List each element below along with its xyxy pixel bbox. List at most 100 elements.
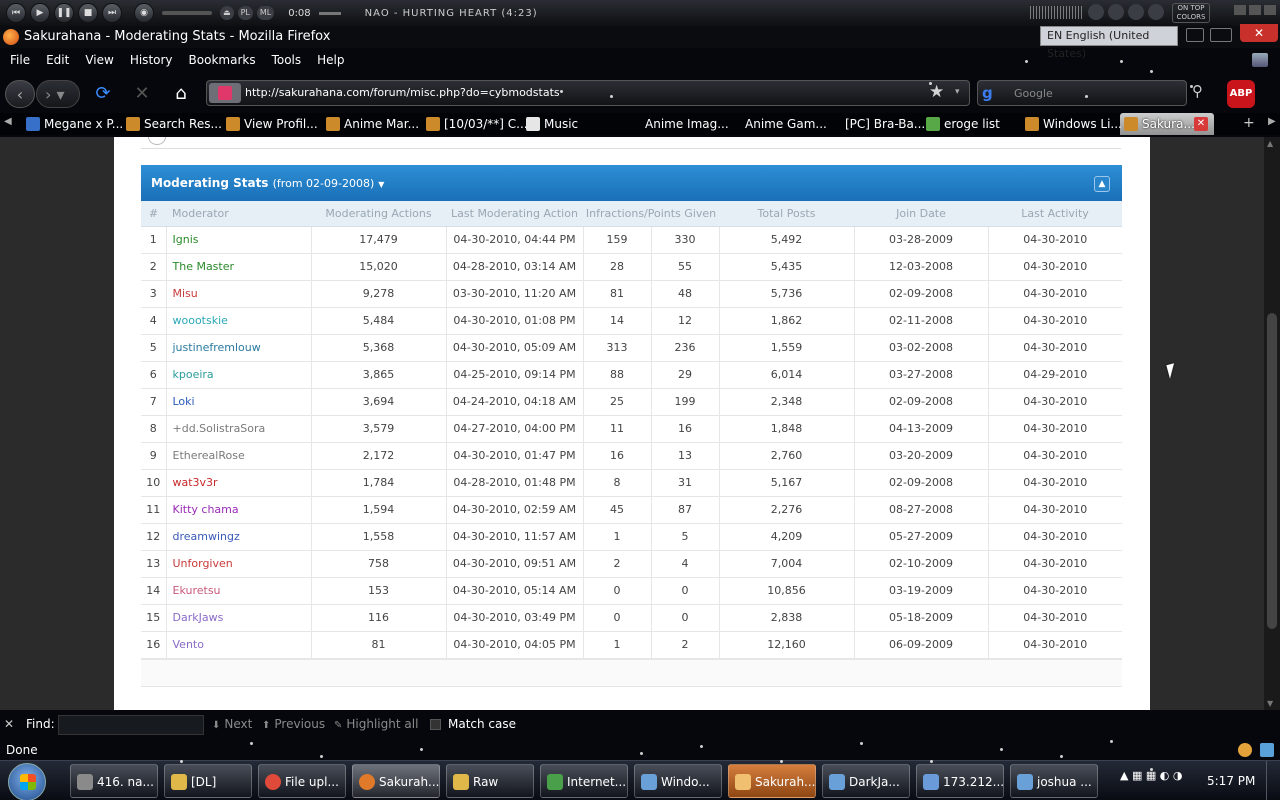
date-dropdown-icon[interactable]: ▼ xyxy=(378,180,384,189)
moderator-name-link[interactable]: Misu xyxy=(166,280,312,308)
menu-view[interactable]: View xyxy=(77,50,121,70)
taskbar-item[interactable]: 416. na... xyxy=(70,764,158,798)
match-case-label[interactable]: Match case xyxy=(448,717,516,731)
moderator-name-link[interactable]: +dd.SolistraSora xyxy=(166,415,312,443)
bookmark-item[interactable]: Anime Gam... xyxy=(745,115,827,133)
taskbar-item[interactable]: joshua ... xyxy=(1010,764,1098,798)
close-window-icon[interactable]: ✕ xyxy=(1240,24,1278,42)
menu-history[interactable]: History xyxy=(122,50,181,70)
scrollbar-thumb[interactable] xyxy=(1267,313,1277,629)
col-rank[interactable]: # xyxy=(141,201,166,227)
adblock-plus-icon[interactable]: ABP xyxy=(1227,80,1255,108)
find-previous-button[interactable]: ⬆ Previous xyxy=(262,717,325,731)
player-close-icon[interactable] xyxy=(1264,5,1276,15)
moderator-name-link[interactable]: justinefremlouw xyxy=(166,334,312,362)
bookmark-star-icon[interactable]: ★ xyxy=(929,82,944,102)
show-desktop-button[interactable] xyxy=(1266,761,1280,800)
menu-file[interactable]: File xyxy=(2,50,38,70)
pause-icon[interactable]: ❚❚ xyxy=(54,3,74,23)
find-input[interactable] xyxy=(58,715,204,735)
panel-title[interactable]: Moderating Stats (from 02-09-2008) ▼ xyxy=(151,176,384,190)
player-extra-icon-2[interactable] xyxy=(1108,4,1124,20)
menu-bookmarks[interactable]: Bookmarks xyxy=(181,50,264,70)
url-dropdown-icon[interactable]: ▾ xyxy=(955,87,960,97)
media-library-button[interactable]: ML xyxy=(256,6,275,20)
player-minimize-icon[interactable] xyxy=(1234,5,1246,15)
player-extra-icon-4[interactable] xyxy=(1148,4,1164,20)
player-extra-icon-1[interactable] xyxy=(1088,4,1104,20)
col-moderator[interactable]: Moderator xyxy=(166,201,311,227)
minimize-icon[interactable] xyxy=(1186,28,1204,42)
scroll-left-icon[interactable]: ◀ xyxy=(4,116,12,127)
bookmark-item[interactable]: Windows Li... xyxy=(1025,115,1122,133)
moderator-name-link[interactable]: Loki xyxy=(166,388,312,416)
clock[interactable]: 5:17 PM xyxy=(1207,774,1255,788)
moderator-name-link[interactable]: wat3v3r xyxy=(166,469,312,497)
volume-slider[interactable] xyxy=(162,11,212,15)
moderator-name-link[interactable]: Unforgiven xyxy=(166,550,312,578)
close-find-icon[interactable]: ✕ xyxy=(4,717,14,731)
firefox-icon[interactable] xyxy=(3,29,19,45)
taskbar-item[interactable]: 173.212.... xyxy=(916,764,1004,798)
collapse-icon[interactable]: ▲ xyxy=(1094,176,1110,192)
moderator-name-link[interactable]: kpoeira xyxy=(166,361,312,389)
stop-icon[interactable]: ■ xyxy=(78,3,98,23)
taskbar-item[interactable]: DarkJa... xyxy=(822,764,910,798)
taskbar-item[interactable]: Internet... xyxy=(540,764,628,798)
find-next-button[interactable]: ⬇ Next xyxy=(212,717,252,731)
seek-bar[interactable] xyxy=(318,11,341,15)
bookmark-item[interactable]: [10/03/**] C... xyxy=(426,115,528,133)
highlight-all-button[interactable]: ✎ Highlight all xyxy=(334,717,418,731)
moderator-name-link[interactable]: The Master xyxy=(166,253,312,281)
taskbar-item[interactable]: Sakurah... xyxy=(352,764,440,798)
col-infractions[interactable]: Infractions/Points Given xyxy=(583,201,719,227)
google-icon[interactable]: g xyxy=(982,84,993,102)
bookmark-item[interactable]: Anime Imag... xyxy=(645,115,729,133)
scroll-right-icon[interactable]: ▶ xyxy=(1268,116,1276,127)
maximize-icon[interactable] xyxy=(1210,28,1232,42)
bookmark-item[interactable]: [PC] Bra-Ba... xyxy=(845,115,925,133)
network-status-icon[interactable] xyxy=(1260,743,1274,757)
site-identity-icon[interactable] xyxy=(209,83,241,103)
moderator-name-link[interactable]: EtherealRose xyxy=(166,442,312,470)
col-actions[interactable]: Moderating Actions xyxy=(311,201,446,227)
forward-button[interactable]: › ▾ xyxy=(36,80,80,108)
moderator-name-link[interactable]: Vento xyxy=(166,631,312,659)
home-icon[interactable]: ⌂ xyxy=(166,80,196,108)
search-bar[interactable]: g Google xyxy=(977,80,1187,106)
playlist-button[interactable]: PL xyxy=(237,6,253,20)
menu-tools[interactable]: Tools xyxy=(264,50,310,70)
eject-button[interactable]: ⏏ xyxy=(220,6,234,20)
moderator-name-link[interactable]: Kitty chama xyxy=(166,496,312,524)
next-track-icon[interactable]: ⏭ xyxy=(102,3,122,23)
url-bar[interactable]: http://sakurahana.com/forum/misc.php?do=… xyxy=(206,80,970,106)
col-posts[interactable]: Total Posts xyxy=(719,201,854,227)
col-last-action[interactable]: Last Moderating Action xyxy=(446,201,583,227)
bookmark-item[interactable]: Megane x P... xyxy=(26,115,123,133)
volume-icon[interactable]: ◉ xyxy=(134,3,154,23)
menu-help[interactable]: Help xyxy=(309,50,352,70)
play-icon[interactable]: ▶ xyxy=(30,3,50,23)
taskbar-item[interactable]: File upl... xyxy=(258,764,346,798)
player-extra-icon-3[interactable] xyxy=(1128,4,1144,20)
back-button[interactable]: ‹ xyxy=(5,80,35,108)
player-maximize-icon[interactable] xyxy=(1249,5,1261,15)
moderator-name-link[interactable]: woootskie xyxy=(166,307,312,335)
bookmark-item[interactable]: Search Res... xyxy=(126,115,222,133)
page-scrollbar[interactable]: ▲ ▼ xyxy=(1264,137,1280,710)
moderator-name-link[interactable]: Ekuretsu xyxy=(166,577,312,605)
language-bar[interactable]: EN English (United States) xyxy=(1040,26,1178,60)
col-last-activity[interactable]: Last Activity xyxy=(988,201,1122,227)
moderator-name-link[interactable]: DarkJaws xyxy=(166,604,312,632)
moderator-name-link[interactable]: dreamwingz xyxy=(166,523,312,551)
scroll-up-icon[interactable]: ▲ xyxy=(1267,139,1273,148)
stop-icon[interactable]: ✕ xyxy=(127,80,157,108)
addon-status-icon[interactable] xyxy=(1238,743,1252,757)
menu-edit[interactable]: Edit xyxy=(38,50,77,70)
scroll-down-icon[interactable]: ▼ xyxy=(1267,699,1273,708)
bookmark-item[interactable]: Anime Mar... xyxy=(326,115,419,133)
tab-close-icon[interactable]: ✕ xyxy=(1194,117,1208,131)
persona-icon[interactable] xyxy=(1252,53,1268,67)
active-tab[interactable]: Sakura... ✕ xyxy=(1120,113,1214,135)
moderator-name-link[interactable]: Ignis xyxy=(166,226,312,254)
